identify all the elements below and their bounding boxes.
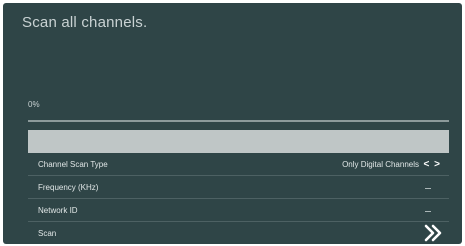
list-item-scan[interactable]: Scan bbox=[28, 222, 449, 244]
network-id-label: Network ID bbox=[38, 205, 78, 215]
scan-label: Scan bbox=[38, 229, 57, 238]
channel-scan-type-value: Only Digital Channels bbox=[342, 159, 419, 169]
progress-percent: 0% bbox=[28, 100, 40, 109]
list-item-network-id[interactable]: Network ID bbox=[28, 199, 449, 222]
left-right-arrows-icon[interactable]: < > bbox=[424, 159, 441, 170]
frequency-empty-value bbox=[425, 188, 431, 189]
double-chevron-right-icon[interactable] bbox=[423, 224, 443, 244]
page-title: Scan all channels. bbox=[22, 14, 148, 31]
network-id-empty-value bbox=[425, 211, 431, 212]
frequency-label: Frequency (KHz) bbox=[38, 182, 99, 192]
settings-list: Channel Scan Type Only Digital Channels … bbox=[28, 130, 449, 244]
channel-scan-type-label: Channel Scan Type bbox=[38, 159, 108, 169]
list-item-highlighted[interactable] bbox=[28, 130, 449, 153]
progress-bar bbox=[28, 120, 449, 122]
list-item-frequency[interactable]: Frequency (KHz) bbox=[28, 176, 449, 199]
list-item-channel-scan-type[interactable]: Channel Scan Type Only Digital Channels … bbox=[28, 153, 449, 176]
tv-scan-screen: Scan all channels. 0% Channel Scan Type … bbox=[3, 3, 462, 244]
